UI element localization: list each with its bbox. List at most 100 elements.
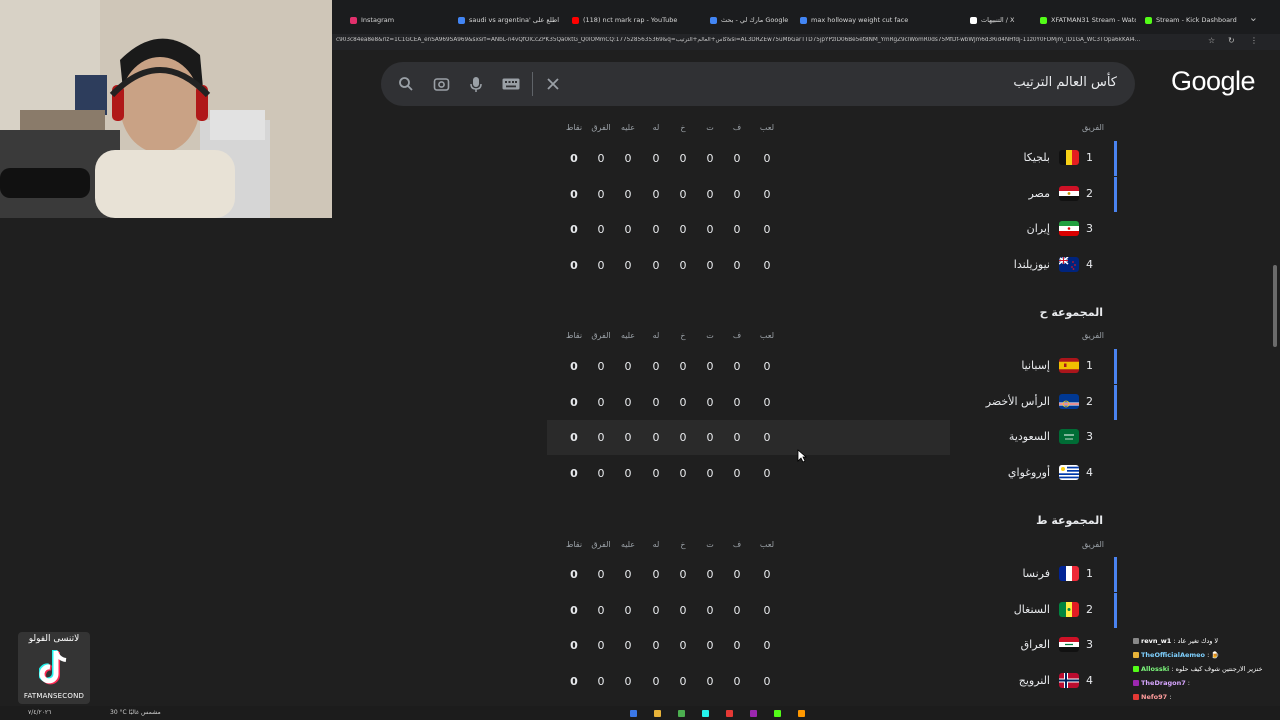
page-scrollbar[interactable] bbox=[1270, 50, 1280, 706]
team-row[interactable]: 2 الرأس الأخضر 0 0 0 0 0 0 0 0 bbox=[547, 384, 1117, 420]
url-text[interactable]: c903c84ea8e8&rlz=1C1GCEA_enSA969SA969&sx… bbox=[336, 37, 1204, 43]
stat-ga: 0 bbox=[624, 187, 632, 201]
browser-tab[interactable]: Instagram bbox=[350, 10, 450, 30]
team-position: 2 bbox=[1086, 186, 1093, 200]
taskbar-app-icon[interactable] bbox=[798, 710, 805, 717]
stat-won: 0 bbox=[733, 603, 741, 617]
stat-lost: 0 bbox=[679, 258, 687, 272]
stat-won: 0 bbox=[733, 360, 741, 373]
team-name[interactable]: الرأس الأخضر bbox=[986, 395, 1050, 408]
tab-favicon-icon bbox=[458, 16, 465, 24]
team-row[interactable]: 2 السنغال 0 0 0 0 0 0 0 0 bbox=[547, 592, 1117, 628]
menu-icon[interactable]: ⋮ bbox=[1250, 36, 1258, 45]
team-row[interactable]: 3 السعودية 0 0 0 0 0 0 0 0 bbox=[547, 420, 1117, 455]
taskbar-app-icon[interactable] bbox=[774, 710, 781, 717]
stat-drawn: 0 bbox=[706, 603, 714, 617]
browser-tab[interactable]: XFATMAN31 Stream - Watch bbox=[1040, 10, 1136, 30]
browser-tab[interactable]: saudi vs argentina' اطلع على bbox=[458, 10, 564, 30]
windows-taskbar: ٧/٤/٢٠٢٦ 30 °C مشمس غالبًا bbox=[0, 706, 1280, 720]
taskbar-app-icon[interactable] bbox=[750, 710, 757, 717]
stat-pts: 0 bbox=[570, 431, 578, 444]
team-row[interactable]: 2 مصر 0 0 0 0 0 0 0 0 bbox=[547, 176, 1117, 212]
stat-ga: 0 bbox=[624, 360, 632, 373]
team-name[interactable]: إسبانيا bbox=[1021, 359, 1050, 372]
search-divider bbox=[532, 72, 533, 96]
stat-pts: 0 bbox=[570, 639, 578, 652]
search-query-text[interactable]: كأس العالم الترتيب bbox=[1013, 75, 1117, 90]
stat-drawn: 0 bbox=[706, 152, 714, 165]
team-row[interactable]: 1 فرنسا 0 0 0 0 0 0 0 0 bbox=[547, 557, 1117, 592]
qualification-indicator bbox=[1114, 384, 1117, 420]
chat-message: TheOfficialAemeo : 🍺 bbox=[1133, 651, 1280, 665]
stat-played: 0 bbox=[763, 395, 771, 409]
scrollbar-thumb[interactable] bbox=[1273, 265, 1277, 347]
stat-gf: 0 bbox=[652, 152, 660, 165]
team-row[interactable]: 1 إسبانيا 0 0 0 0 0 0 0 0 bbox=[547, 349, 1117, 384]
stat-column-header: ت bbox=[706, 540, 714, 549]
stat-column-header: نقاط bbox=[565, 331, 583, 340]
keyboard-icon[interactable] bbox=[501, 74, 521, 94]
stat-gf: 0 bbox=[652, 603, 660, 617]
team-row[interactable]: 4 النرويج 0 0 0 0 0 0 0 0 bbox=[547, 664, 1117, 699]
stat-gd: 0 bbox=[597, 152, 605, 165]
team-name[interactable]: النرويج bbox=[1019, 674, 1050, 687]
clear-search-icon[interactable] bbox=[543, 74, 563, 94]
team-name[interactable]: إيران bbox=[1027, 222, 1050, 235]
taskbar-app-icon[interactable] bbox=[678, 710, 685, 717]
stat-ga: 0 bbox=[624, 568, 632, 581]
stat-column-header: خ bbox=[680, 123, 686, 132]
stat-won: 0 bbox=[733, 639, 741, 652]
browser-tab[interactable]: max holloway weight cut face bbox=[800, 10, 960, 30]
stat-lost: 0 bbox=[679, 152, 687, 165]
browser-tab[interactable]: التنبيهات / X bbox=[970, 10, 1034, 30]
stat-won: 0 bbox=[733, 674, 741, 688]
taskbar-date: ٧/٤/٢٠٢٦ bbox=[28, 709, 52, 716]
tiktok-follow-text: لاتنسى الفولو bbox=[28, 634, 80, 644]
team-row[interactable]: 3 إيران 0 0 0 0 0 0 0 0 bbox=[547, 212, 1117, 247]
team-column-header: الفريق bbox=[1082, 123, 1105, 132]
taskbar-app-icon[interactable] bbox=[654, 710, 661, 717]
stat-played: 0 bbox=[763, 223, 771, 236]
team-name[interactable]: مصر bbox=[1028, 187, 1050, 200]
team-name[interactable]: العراق bbox=[1021, 638, 1050, 651]
team-name[interactable]: بلجيكا bbox=[1023, 151, 1050, 164]
stat-ga: 0 bbox=[624, 431, 632, 444]
team-name[interactable]: أوروغواي bbox=[1008, 466, 1050, 479]
tiktok-handle: FATMANSECOND bbox=[23, 692, 85, 700]
stat-column-header: عليه bbox=[620, 331, 636, 340]
stat-lost: 0 bbox=[679, 431, 687, 444]
reload-icon[interactable]: ↻ bbox=[1228, 36, 1235, 45]
stat-won: 0 bbox=[733, 152, 741, 165]
team-name[interactable]: السعودية bbox=[1009, 430, 1050, 443]
stat-drawn: 0 bbox=[706, 187, 714, 201]
group-title: المجموعة ط bbox=[1036, 514, 1103, 527]
team-name[interactable]: السنغال bbox=[1014, 603, 1050, 616]
team-row[interactable]: 4 أوروغواي 0 0 0 0 0 0 0 0 bbox=[547, 456, 1117, 491]
team-name[interactable]: فرنسا bbox=[1022, 567, 1050, 580]
stat-column-header: ف bbox=[732, 331, 742, 340]
team-name[interactable]: نيوزيلندا bbox=[1014, 258, 1050, 271]
taskbar-app-icon[interactable] bbox=[726, 710, 733, 717]
taskbar-app-icon[interactable] bbox=[630, 710, 637, 717]
stat-gd: 0 bbox=[597, 466, 605, 480]
star-icon[interactable]: ☆ bbox=[1208, 36, 1215, 45]
stat-pts: 0 bbox=[570, 187, 578, 201]
team-row[interactable]: 3 العراق 0 0 0 0 0 0 0 0 bbox=[547, 628, 1117, 663]
browser-tab[interactable]: Stream - Kick Dashboard bbox=[1145, 10, 1255, 30]
taskbar-weather[interactable]: 30 °C مشمس غالبًا bbox=[110, 709, 161, 716]
search-icon[interactable] bbox=[396, 74, 416, 94]
stat-drawn: 0 bbox=[706, 568, 714, 581]
taskbar-app-icon[interactable] bbox=[702, 710, 709, 717]
browser-tab[interactable]: مارك لي - بحث Google bbox=[710, 10, 796, 30]
browser-tab[interactable]: (118) nct mark rap - YouTube bbox=[572, 10, 702, 30]
google-logo[interactable]: Google bbox=[1171, 66, 1256, 97]
microphone-icon[interactable] bbox=[466, 74, 486, 94]
tab-favicon-icon bbox=[970, 16, 977, 24]
search-box[interactable]: كأس العالم الترتيب bbox=[381, 62, 1135, 106]
lens-icon[interactable] bbox=[431, 74, 451, 94]
stat-drawn: 0 bbox=[706, 258, 714, 272]
team-row[interactable]: 1 بلجيكا 0 0 0 0 0 0 0 0 bbox=[547, 141, 1117, 176]
stat-gd: 0 bbox=[597, 187, 605, 201]
team-row[interactable]: 4 نيوزيلندا 0 0 0 0 0 0 0 0 bbox=[547, 248, 1117, 283]
stat-column-header: خ bbox=[680, 540, 686, 549]
